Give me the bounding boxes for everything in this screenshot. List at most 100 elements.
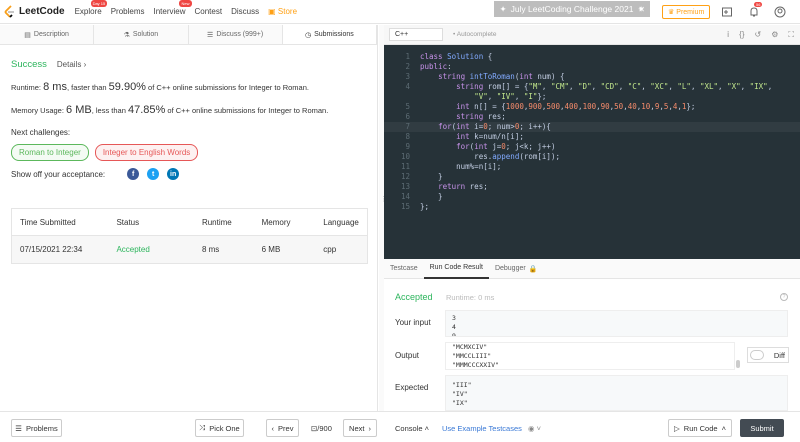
tab-discuss[interactable]: ☰ Discuss (999+) [189,25,283,44]
next-button[interactable]: Next › [343,419,377,437]
premium-button[interactable]: ♛ Premium [662,5,711,19]
nav-contest[interactable]: Contest [195,7,223,16]
chevron-up-icon: ˄ [424,424,430,433]
chevron-right-icon: › [368,423,371,433]
line-number: 1 [405,52,410,61]
close-icon[interactable]: ✕ [638,5,645,14]
cell-memory: 6 MB [261,245,281,254]
success-status: Success [11,59,47,70]
line-number: 9 [405,142,410,151]
leetcode-logo[interactable]: LeetCode [4,4,65,19]
line-number: 4 [405,82,410,91]
nav-problems[interactable]: Problems [111,7,145,16]
notifications[interactable]: 56 [748,2,763,18]
tab-debugger[interactable]: Debugger 🔒 [489,259,543,279]
language-value: C++ [395,31,409,38]
left-panel: ▤ Description ⚗ Solution ☰ Discuss (999+… [0,25,378,411]
promo-banner[interactable]: ✦ July LeetCoding Challenge 2021 ✦ ✕ [494,1,650,17]
line-number: 8 [405,132,410,141]
run-code-label: Run Code [683,423,718,433]
linkedin-icon[interactable]: in [167,168,180,180]
code-editor[interactable]: 1 2 3 4 5 6 7 8 9 10 11 12 13 14 15 clas… [384,45,800,259]
footer-bar: ☰ Problems ⤨ Pick One ‹ Prev ⊡/900 Next … [0,411,800,442]
nav-interview[interactable]: Interview New [153,0,192,16]
clock-icon: ◷ [304,31,312,39]
table-header: Time Submitted Status Runtime Memory Lan… [12,209,367,236]
page-indicator[interactable]: ⊡/900 [311,424,332,433]
expected-line: "III" [452,381,472,389]
line-number: 15 [400,202,410,211]
cell-status[interactable]: Accepted [108,245,194,254]
list-icon: ☰ [15,423,23,433]
playground-icon[interactable] [721,6,733,18]
autocomplete-toggle[interactable]: • Autocomplete [453,31,496,38]
tab-run-code-result[interactable]: Run Code Result [423,259,489,279]
top-navigation: LeetCode Explore Day 15 Problems Intervi… [0,0,800,24]
chevron-up-icon: ˄ [721,423,726,433]
avatar-icon[interactable] [774,6,786,18]
tab-testcase[interactable]: Testcase [384,259,424,279]
brand-name: LeetCode [19,6,65,17]
diff-switch[interactable] [750,350,764,360]
memory-value: 6 MB [66,104,92,116]
help-icon[interactable]: ◉ ˅ [528,424,541,433]
nav-discuss[interactable]: Discuss [231,7,259,16]
diff-label: Diff [773,350,785,360]
line-number: 11 [400,162,410,171]
challenge-roman-to-integer[interactable]: Roman to Integer [11,144,89,161]
code-line: "V", "IV", "I"}; [474,92,547,101]
tab-submissions-label: Submissions [314,31,354,38]
line-number: 5 [405,102,410,111]
diff-toggle[interactable]: Diff [747,347,789,363]
code-line: for(int j=0; j<k; j++) [456,142,556,151]
input-line: 9 [452,332,456,337]
problem-tabs: ▤ Description ⚗ Solution ☰ Discuss (999+… [0,25,377,45]
use-example-testcases[interactable]: Use Example Testcases [442,424,522,433]
nav-explore-label: Explore [74,7,102,16]
console-toggle[interactable]: Console ˄ [395,424,429,433]
explore-day-badge: Day 15 [90,0,108,7]
pick-one-button[interactable]: ⤨ Pick One [195,419,244,437]
tab-submissions[interactable]: ◷ Submissions [282,25,377,44]
info-icon[interactable]: ⅰ [727,30,729,40]
line-number: 6 [405,112,410,121]
submit-button[interactable]: Submit [740,419,784,437]
twitter-icon[interactable]: t [147,168,160,180]
details-link[interactable]: Details › [57,60,86,69]
code-line: res.append(rom[i]); [420,152,560,161]
output-line: "MMCCLIII" [452,352,492,360]
tab-solution[interactable]: ⚗ Solution [94,25,189,44]
line-number: 7 [405,122,410,131]
challenge-integer-to-english[interactable]: Integer to English Words [94,144,199,161]
next-label: Next [349,423,365,433]
success-row: Success Details › [11,59,366,70]
reset-icon[interactable]: ↺ [755,30,762,40]
facebook-icon[interactable]: f [127,168,140,180]
runtime-suffix: of C++ online submissions for Integer to… [145,83,309,92]
nav-explore[interactable]: Explore Day 15 [74,0,108,16]
nav-store[interactable]: ▣ Store [268,7,297,16]
output-scrollbar[interactable] [736,360,740,368]
language-select[interactable]: C++ [389,28,443,41]
braces-icon[interactable]: {} [739,30,744,40]
expected-box[interactable]: "III" "IV" "IX" [445,375,788,411]
tab-description[interactable]: ▤ Description [0,25,95,44]
fullscreen-icon[interactable]: ⛶ [788,30,794,40]
output-box[interactable]: "MCMXCIV" "MMCCLIII" "MMMCCCXXIV" [445,342,735,370]
run-code-button[interactable]: ▷ Run Code ˄ [668,419,732,437]
problems-button[interactable]: ☰ Problems [11,419,62,437]
notification-count: 56 [754,2,763,7]
input-box[interactable]: 3 4 9 [445,310,788,337]
help-icon[interactable]: ? [780,293,788,301]
runtime-value: 8 ms [43,81,67,93]
code-line: string res; [456,112,506,121]
table-row[interactable]: 07/15/2021 22:34 Accepted 8 ms 6 MB cpp [12,236,367,263]
code-line: string intToRoman(int num) { [438,72,565,81]
settings-icon[interactable]: ⚙ [771,30,778,40]
solution-icon: ⚗ [123,31,130,39]
code-line: public: [420,62,452,71]
prev-button[interactable]: ‹ Prev [266,419,299,437]
header-status: Status [116,217,140,227]
description-icon: ▤ [24,31,31,39]
share-label: Show off your acceptance: [11,169,106,179]
